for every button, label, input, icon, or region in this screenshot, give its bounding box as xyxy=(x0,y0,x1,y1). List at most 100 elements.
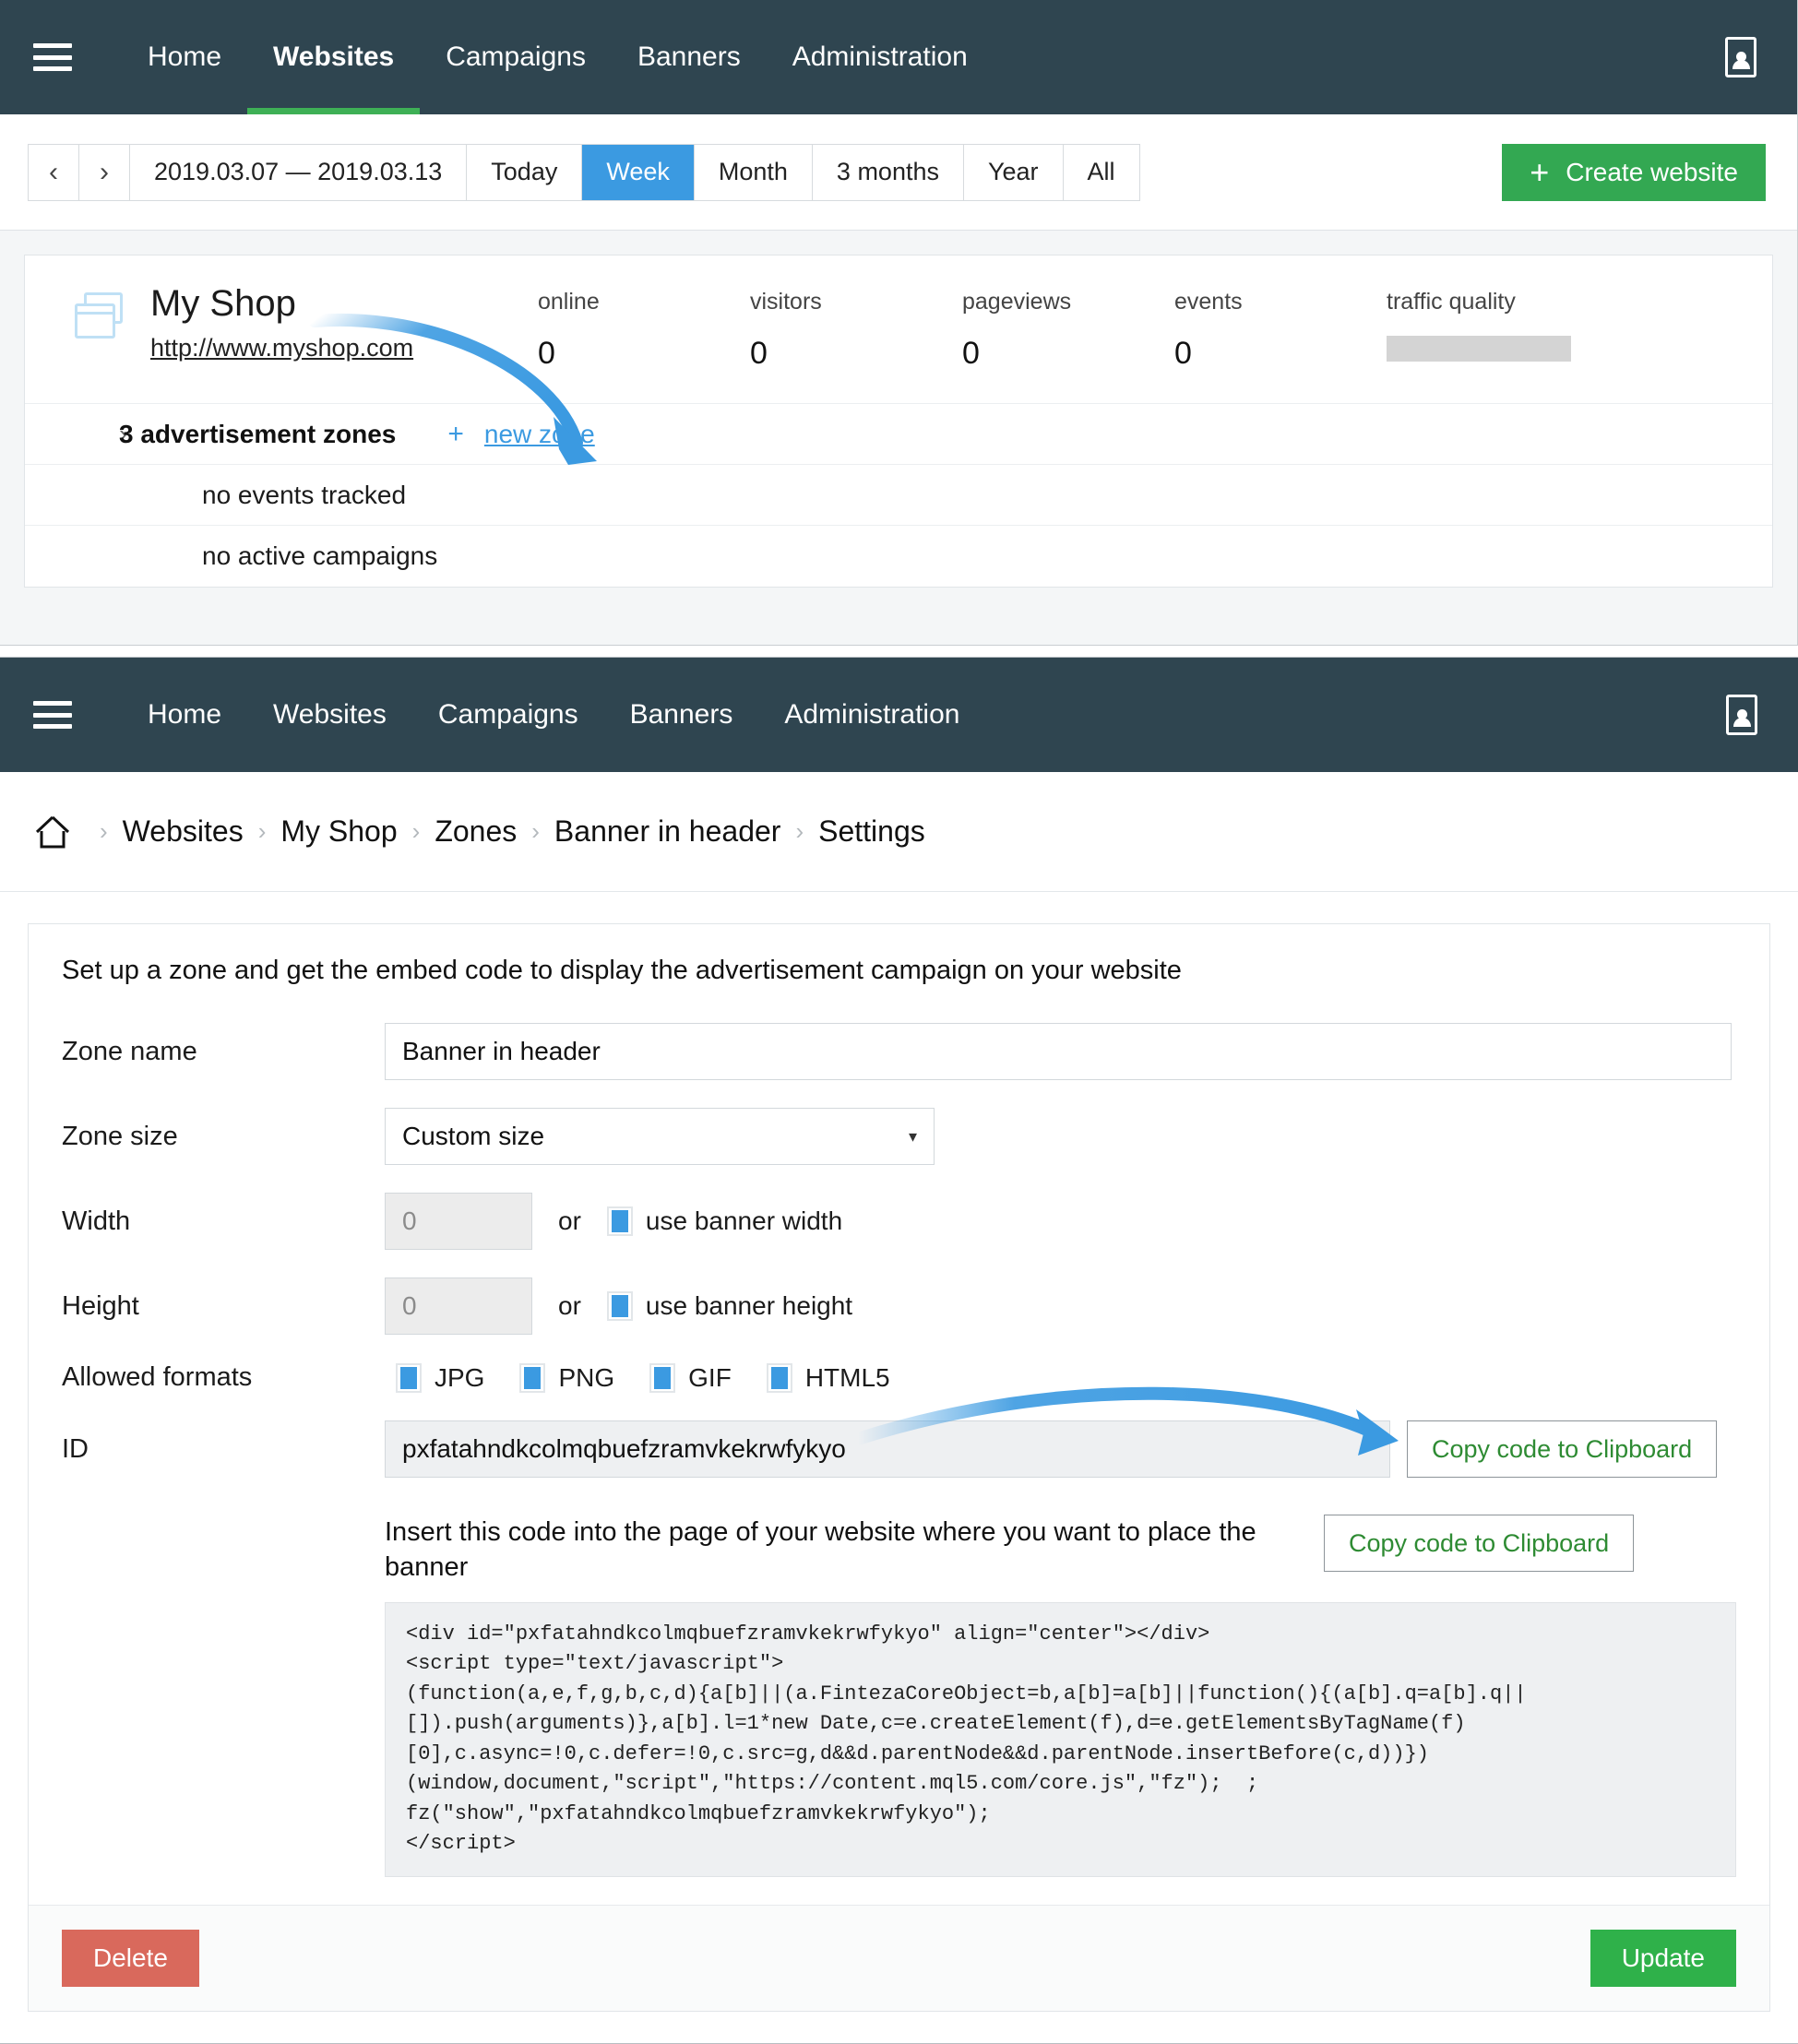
nav-item-websites[interactable]: Websites xyxy=(247,0,421,114)
nav-item-administration[interactable]: Administration xyxy=(767,0,994,114)
update-button[interactable]: Update xyxy=(1590,1929,1736,1987)
traffic-quality-label: traffic quality xyxy=(1387,289,1516,315)
breadcrumb-separator-2: › xyxy=(411,817,421,845)
format-jpg-checkbox[interactable] xyxy=(396,1362,422,1393)
use-banner-width-checkbox-wrap[interactable]: use banner width xyxy=(606,1206,843,1236)
format-jpg-wrap[interactable]: JPG xyxy=(396,1362,485,1393)
height-or-label: or xyxy=(558,1291,581,1320)
width-label: Width xyxy=(62,1206,131,1236)
zone-settings-panel: Home Websites Campaigns Banners Administ… xyxy=(0,657,1798,2044)
copy-code-button[interactable]: Copy code to Clipboard xyxy=(1324,1515,1635,1572)
nav-item-campaigns-2[interactable]: Campaigns xyxy=(412,658,604,772)
breadcrumb-separator-4: › xyxy=(795,817,804,845)
stat-events-label: events xyxy=(1174,289,1243,315)
width-or-label: or xyxy=(558,1206,581,1235)
profile-icon[interactable] xyxy=(1725,37,1756,77)
hamburger-icon-2[interactable] xyxy=(33,701,72,729)
zone-size-value: Custom size xyxy=(402,1122,545,1150)
width-input[interactable]: 0 xyxy=(385,1193,532,1250)
id-label: ID xyxy=(62,1433,89,1464)
format-html5-wrap[interactable]: HTML5 xyxy=(766,1362,890,1393)
use-banner-height-label: use banner height xyxy=(645,1291,853,1320)
create-website-label: Create website xyxy=(1566,157,1738,186)
plus-icon: + xyxy=(1530,152,1550,191)
nav-item-home[interactable]: Home xyxy=(122,0,247,114)
embed-code-block[interactable]: <div id="pxfatahndkcolmqbuefzramvkekrwfy… xyxy=(385,1601,1736,1877)
nav-item-administration-2[interactable]: Administration xyxy=(758,658,985,772)
delete-button[interactable]: Delete xyxy=(62,1929,199,1987)
breadcrumb-separator-1: › xyxy=(257,817,267,845)
format-gif-wrap[interactable]: GIF xyxy=(649,1362,732,1393)
format-html5-label: HTML5 xyxy=(804,1362,890,1392)
zone-size-select[interactable]: Custom size ▾ xyxy=(385,1108,935,1165)
use-banner-height-checkbox-wrap[interactable]: use banner height xyxy=(606,1291,853,1321)
next-period-button[interactable]: › xyxy=(79,144,130,200)
breadcrumb-item-banner-in-header[interactable]: Banner in header xyxy=(554,814,781,849)
range-3months-button[interactable]: 3 months xyxy=(812,144,964,200)
format-gif-checkbox[interactable] xyxy=(649,1362,676,1393)
no-campaigns-label: no active campaigns xyxy=(202,541,438,570)
chevron-down-icon: ▾ xyxy=(908,1126,917,1146)
height-input[interactable]: 0 xyxy=(385,1278,532,1335)
zone-name-row: Zone name Banner in header xyxy=(62,1023,1736,1080)
range-all-button[interactable]: All xyxy=(1063,144,1139,200)
breadcrumb-item-websites[interactable]: Websites xyxy=(123,814,244,849)
date-range-group: ‹ › 2019.03.07 — 2019.03.13 Today Week M… xyxy=(28,143,1140,201)
zone-id-input[interactable]: pxfatahndkcolmqbuefzramvkekrwfykyo xyxy=(385,1420,1390,1478)
create-website-button[interactable]: + Create website xyxy=(1502,143,1766,201)
stat-online-label: online xyxy=(538,289,600,315)
allowed-formats-row: Allowed formats JPG PNG GIF HTML5 xyxy=(62,1362,1736,1393)
form-footer: Delete Update xyxy=(29,1904,1769,2011)
add-zone-plus-icon[interactable]: + xyxy=(447,419,464,450)
home-icon[interactable] xyxy=(33,814,72,850)
hamburger-icon[interactable] xyxy=(33,43,72,71)
no-events-row: no events tracked xyxy=(25,465,1772,526)
nav-item-home-2[interactable]: Home xyxy=(122,658,247,772)
format-png-checkbox[interactable] xyxy=(519,1362,546,1393)
insert-code-row: Insert this code into the page of your w… xyxy=(385,1515,1736,1586)
breadcrumb-item-settings[interactable]: Settings xyxy=(818,814,925,849)
zone-name-input[interactable]: Banner in header xyxy=(385,1023,1732,1080)
breadcrumb-item-zones[interactable]: Zones xyxy=(435,814,517,849)
range-today-button[interactable]: Today xyxy=(467,144,583,200)
nav-item-websites-2[interactable]: Websites xyxy=(247,658,412,772)
website-name[interactable]: My Shop xyxy=(150,283,538,325)
use-banner-width-checkbox[interactable] xyxy=(606,1206,633,1236)
format-html5-checkbox[interactable] xyxy=(766,1362,792,1393)
stat-events: events 0 xyxy=(1174,289,1387,372)
use-banner-height-checkbox[interactable] xyxy=(606,1291,633,1321)
range-week-button[interactable]: Week xyxy=(582,144,695,200)
profile-icon-2[interactable] xyxy=(1726,695,1757,735)
range-year-button[interactable]: Year xyxy=(963,144,1064,200)
format-jpg-label: JPG xyxy=(435,1362,485,1392)
prev-period-button[interactable]: ‹ xyxy=(29,144,79,200)
nav-item-campaigns[interactable]: Campaigns xyxy=(420,0,612,114)
stat-pageviews: pageviews 0 xyxy=(962,289,1174,372)
expand-chevron-icon[interactable]: › xyxy=(51,420,127,448)
width-row: Width 0 or use banner width xyxy=(62,1193,1736,1250)
form-body: Set up a zone and get the embed code to … xyxy=(29,924,1769,1905)
stat-online-value: 0 xyxy=(538,336,555,371)
stat-traffic-quality: traffic quality xyxy=(1387,289,1663,362)
website-url-link[interactable]: http://www.myshop.com xyxy=(150,334,538,362)
copy-id-button[interactable]: Copy code to Clipboard xyxy=(1407,1420,1718,1478)
zones-row: › 3 advertisement zones + new zone xyxy=(25,404,1772,465)
height-row: Height 0 or use banner height xyxy=(62,1278,1736,1335)
new-zone-link[interactable]: new zone xyxy=(484,420,595,449)
stat-pageviews-label: pageviews xyxy=(962,289,1072,315)
date-range-display[interactable]: 2019.03.07 — 2019.03.13 xyxy=(130,144,468,200)
use-banner-width-label: use banner width xyxy=(645,1206,843,1235)
stat-visitors: visitors 0 xyxy=(750,289,962,372)
format-png-label: PNG xyxy=(558,1362,615,1392)
zone-size-label: Zone size xyxy=(62,1121,178,1151)
nav-item-banners[interactable]: Banners xyxy=(612,0,767,114)
breadcrumb-item-my-shop[interactable]: My Shop xyxy=(280,814,397,849)
id-row: ID pxfatahndkcolmqbuefzramvkekrwfykyo Co… xyxy=(62,1420,1736,1478)
range-month-button[interactable]: Month xyxy=(694,144,813,200)
stat-visitors-label: visitors xyxy=(750,289,822,315)
nav-item-banners-2[interactable]: Banners xyxy=(604,658,759,772)
stat-visitors-value: 0 xyxy=(750,336,768,371)
top-navbar-2: Home Websites Campaigns Banners Administ… xyxy=(0,658,1798,772)
format-png-wrap[interactable]: PNG xyxy=(519,1362,615,1393)
date-toolbar: ‹ › 2019.03.07 — 2019.03.13 Today Week M… xyxy=(0,114,1797,231)
